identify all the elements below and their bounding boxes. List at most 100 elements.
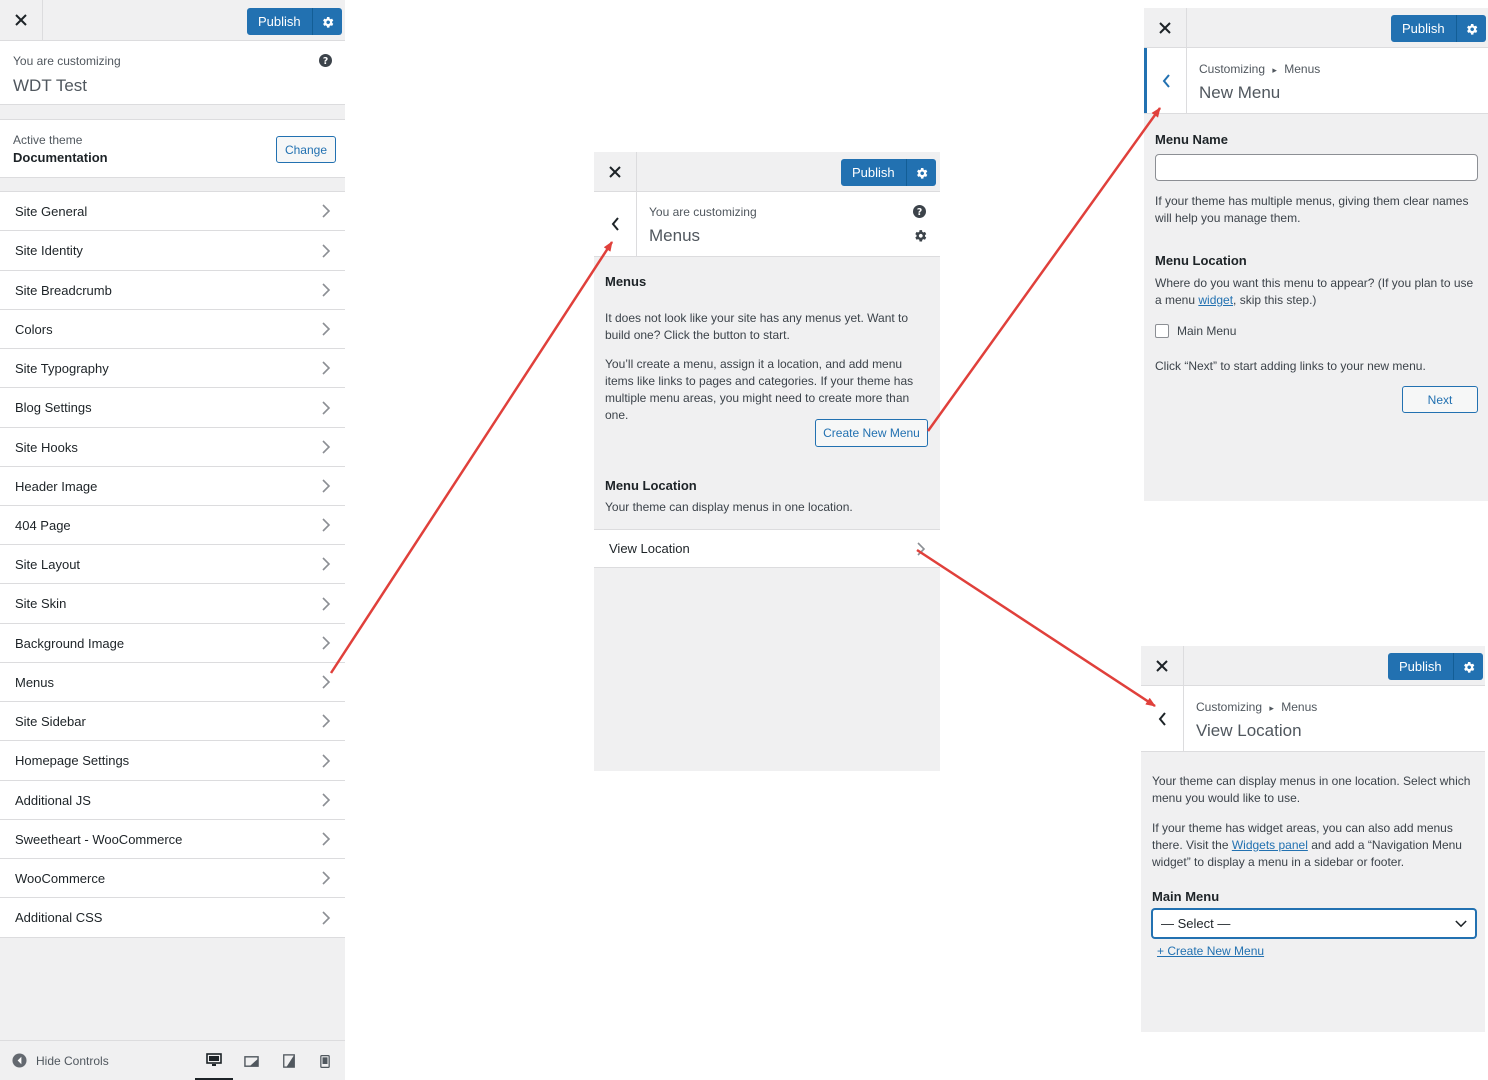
publish-settings-button[interactable] — [1452, 653, 1483, 680]
section-site-skin[interactable]: Site Skin — [0, 584, 345, 624]
desktop-icon — [206, 1052, 222, 1066]
new-menu-header: Customizing ▸ Menus New Menu — [1144, 48, 1488, 114]
section-woocommerce[interactable]: WooCommerce — [0, 859, 345, 898]
close-icon — [1159, 21, 1171, 34]
panel-title: View Location — [1196, 721, 1302, 740]
help-icon[interactable]: ? — [319, 54, 332, 67]
close-customizer-button[interactable] — [594, 152, 637, 191]
main-menu-select[interactable]: — Select — — [1152, 909, 1476, 938]
publish-button[interactable]: Publish — [841, 159, 906, 186]
section-background-image[interactable]: Background Image — [0, 624, 345, 663]
chevron-right-icon — [322, 636, 331, 650]
chevron-right-icon — [322, 440, 331, 454]
section-site-identity[interactable]: Site Identity — [0, 231, 345, 271]
change-theme-button[interactable]: Change — [276, 136, 336, 163]
section-label: Site Breadcrumb — [15, 282, 112, 298]
menu-location-text: Your theme can display menus in one loca… — [605, 500, 853, 514]
hide-controls-button[interactable]: Hide Controls — [12, 1053, 109, 1068]
section-additional-css[interactable]: Additional CSS — [0, 898, 345, 938]
menu-name-input[interactable] — [1155, 154, 1478, 181]
chevron-right-icon — [322, 557, 331, 571]
chevron-right-icon — [322, 871, 331, 885]
back-button[interactable] — [1141, 686, 1184, 751]
main-menu-label: Main Menu — [1152, 889, 1220, 904]
section-site-layout[interactable]: Site Layout — [0, 545, 345, 584]
chevron-left-icon — [1162, 73, 1170, 88]
section-label: Menus — [15, 674, 55, 690]
device-tablet-landscape-button[interactable] — [236, 1041, 266, 1080]
section-additional-js[interactable]: Additional JS — [0, 781, 345, 820]
section-label: Additional CSS — [15, 910, 103, 925]
section-colors[interactable]: Colors — [0, 310, 345, 349]
back-button[interactable] — [594, 192, 637, 256]
main-menu-checkbox-row[interactable]: Main Menu — [1155, 324, 1236, 338]
device-desktop-button[interactable] — [195, 1041, 233, 1080]
active-theme-label: Active theme — [13, 133, 83, 147]
section-site-general[interactable]: Site General — [0, 192, 345, 231]
chevron-right-icon — [322, 400, 331, 415]
section-label: Site Skin — [15, 596, 67, 611]
section-site-hooks[interactable]: Site Hooks — [0, 428, 345, 467]
section-site-sidebar[interactable]: Site Sidebar — [0, 702, 345, 741]
section-site-breadcrumb[interactable]: Site Breadcrumb — [0, 271, 345, 310]
widget-link[interactable]: widget — [1198, 293, 1233, 307]
customizing-label: You are customizing — [13, 54, 121, 68]
device-mobile-button[interactable] — [312, 1041, 338, 1080]
svg-text:?: ? — [917, 207, 922, 218]
chevron-down-icon — [1455, 920, 1467, 928]
chevron-right-icon — [917, 541, 926, 556]
chevron-right-icon — [322, 518, 331, 532]
device-tablet-button[interactable] — [274, 1041, 304, 1080]
menus-panel: Publish You are customizing Menus ? Menu… — [594, 152, 940, 771]
menu-name-help: If your theme has multiple menus, giving… — [1155, 194, 1469, 225]
new-menu-panel: Publish Customizing ▸ Menus New Menu Men… — [1144, 8, 1488, 501]
publish-settings-button[interactable] — [311, 8, 342, 35]
gear-icon[interactable] — [912, 228, 927, 243]
gear-icon — [1464, 661, 1475, 673]
publish-settings-button[interactable] — [1455, 15, 1486, 42]
main-menu-checkbox[interactable] — [1155, 324, 1169, 338]
section-header-image[interactable]: Header Image — [0, 467, 345, 506]
section-404-page[interactable]: 404 Page — [0, 506, 345, 545]
close-icon — [1156, 659, 1168, 672]
section-label: Site Typography — [15, 360, 109, 376]
publish-button[interactable]: Publish — [1391, 15, 1456, 42]
help-icon[interactable]: ? — [913, 205, 926, 218]
breadcrumb-separator: ▸ — [1272, 65, 1277, 75]
next-button[interactable]: Next — [1402, 386, 1478, 413]
menu-location-heading: Menu Location — [1155, 253, 1247, 268]
close-customizer-button[interactable] — [0, 0, 43, 40]
breadcrumb-current: Menus — [1284, 62, 1321, 76]
mobile-icon — [320, 1054, 330, 1068]
widgets-panel-link[interactable]: Widgets panel — [1232, 838, 1308, 852]
publish-button[interactable]: Publish — [1388, 653, 1453, 680]
publish-settings-button[interactable] — [905, 159, 936, 186]
site-title: WDT Test — [13, 76, 87, 95]
chevron-left-icon — [1158, 711, 1166, 726]
section-site-typography[interactable]: Site Typography — [0, 349, 345, 388]
main-topbar: Publish — [0, 0, 345, 41]
create-new-menu-link[interactable]: + Create New Menu — [1157, 944, 1264, 958]
menus-topbar: Publish — [594, 152, 940, 192]
location-help-text-end: , skip this step.) — [1233, 293, 1317, 307]
create-new-menu-button[interactable]: Create New Menu — [815, 419, 928, 447]
arrow-view-location-to-panel — [916, 548, 1156, 708]
section-list: Site General Site Identity Site Breadcru… — [0, 191, 345, 938]
panel-title: Menus — [649, 226, 701, 245]
chevron-right-icon — [322, 479, 331, 493]
close-icon — [609, 165, 621, 178]
close-customizer-button[interactable] — [1141, 646, 1184, 685]
publish-button[interactable]: Publish — [247, 8, 312, 35]
menus-heading: Menus — [605, 274, 647, 289]
back-button[interactable] — [1144, 48, 1187, 113]
section-blog-settings[interactable]: Blog Settings — [0, 388, 345, 428]
view-location-row[interactable]: View Location — [594, 529, 940, 568]
section-sweetheart-woocommerce[interactable]: Sweetheart - WooCommerce — [0, 820, 345, 859]
svg-text:?: ? — [323, 56, 328, 67]
close-customizer-button[interactable] — [1144, 8, 1187, 47]
section-homepage-settings[interactable]: Homepage Settings — [0, 741, 345, 781]
section-menus[interactable]: Menus — [0, 663, 345, 702]
panel-title: New Menu — [1199, 83, 1281, 102]
breadcrumb: Customizing ▸ Menus — [1199, 62, 1320, 76]
section-label: WooCommerce — [15, 870, 106, 886]
